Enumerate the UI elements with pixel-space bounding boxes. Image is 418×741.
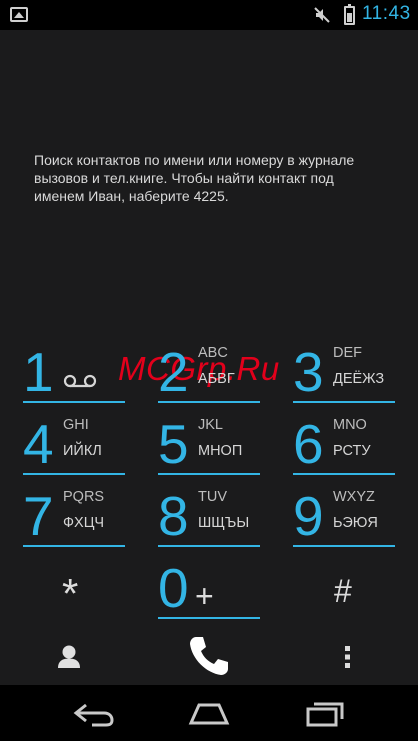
- key-digit: 4: [23, 413, 54, 475]
- key-digit: 8: [158, 485, 189, 547]
- key-underline: [23, 473, 125, 475]
- key-latin-letters: DEF: [333, 345, 362, 361]
- key-digit: 1: [23, 341, 54, 403]
- key-underline: [158, 545, 260, 547]
- key-cyrillic-letters: ЬЭЮЯ: [333, 515, 378, 531]
- contacts-icon[interactable]: [56, 643, 82, 669]
- key-latin-letters: MNO: [333, 417, 367, 433]
- key-2[interactable]: 2 ABC АБВГ: [158, 341, 260, 403]
- key-underline: [293, 401, 395, 403]
- key-cyrillic-letters: ДЕЁЖЗ: [333, 371, 385, 387]
- key-8[interactable]: 8 TUV ШЩЪЫ: [158, 485, 260, 547]
- key-latin-letters: WXYZ: [333, 489, 375, 505]
- key-4[interactable]: 4 GHI ИЙКЛ: [23, 413, 125, 475]
- back-icon[interactable]: [70, 697, 118, 729]
- key-cyrillic-letters: АБВГ: [198, 371, 235, 387]
- key-latin-letters: ABC: [198, 345, 228, 361]
- battery-icon: [344, 4, 355, 25]
- key-digit: 3: [293, 341, 324, 403]
- status-time: 11:43: [362, 3, 411, 24]
- key-9[interactable]: 9 WXYZ ЬЭЮЯ: [293, 485, 395, 547]
- search-hint-text: Поиск контактов по имени или номеру в жу…: [34, 152, 355, 204]
- key-digit: 9: [293, 485, 324, 547]
- key-underline: [293, 473, 395, 475]
- key-cyrillic-letters: ИЙКЛ: [63, 443, 102, 459]
- key-digit: 2: [158, 341, 189, 403]
- image-notification-icon: [10, 7, 28, 22]
- key-6[interactable]: 6 MNO РСТУ: [293, 413, 395, 475]
- key-underline: [23, 545, 125, 547]
- key-digit: 5: [158, 413, 189, 475]
- key-hash[interactable]: #: [334, 573, 352, 610]
- voicemail-icon: [63, 374, 97, 388]
- recent-apps-icon[interactable]: [302, 697, 350, 729]
- key-underline: [158, 473, 260, 475]
- key-7[interactable]: 7 PQRS ФХЦЧ: [23, 485, 125, 547]
- key-latin-letters: PQRS: [63, 489, 105, 505]
- key-3[interactable]: 3 DEF ДЕЁЖЗ: [293, 341, 395, 403]
- key-latin-letters: TUV: [198, 489, 227, 505]
- key-underline: [158, 617, 260, 619]
- overflow-menu-icon[interactable]: [344, 645, 352, 669]
- phone-call-icon[interactable]: [186, 633, 232, 679]
- key-digit: 6: [293, 413, 324, 475]
- key-digit: 7: [23, 485, 54, 547]
- key-cyrillic-letters: ШЩЪЫ: [198, 515, 250, 531]
- key-star[interactable]: *: [62, 570, 78, 618]
- mute-icon: [314, 7, 330, 23]
- key-1[interactable]: 1: [23, 341, 125, 403]
- key-digit: 0: [158, 557, 189, 619]
- key-underline: [293, 545, 395, 547]
- key-cyrillic-letters: МНОП: [198, 443, 243, 459]
- key-cyrillic-letters: РСТУ: [333, 443, 371, 459]
- status-bar: 11:43: [0, 0, 418, 30]
- dialer-screen: 11:43 Поиск контактов по имени или номер…: [0, 0, 418, 741]
- key-underline: [158, 401, 260, 403]
- key-latin-letters: JKL: [198, 417, 223, 433]
- key-cyrillic-letters: ФХЦЧ: [63, 515, 105, 531]
- key-latin-letters: GHI: [63, 417, 89, 433]
- key-5[interactable]: 5 JKL МНОП: [158, 413, 260, 475]
- navigation-bar: [0, 685, 418, 741]
- key-plus: +: [195, 578, 214, 614]
- home-icon[interactable]: [185, 697, 233, 729]
- key-underline: [23, 401, 125, 403]
